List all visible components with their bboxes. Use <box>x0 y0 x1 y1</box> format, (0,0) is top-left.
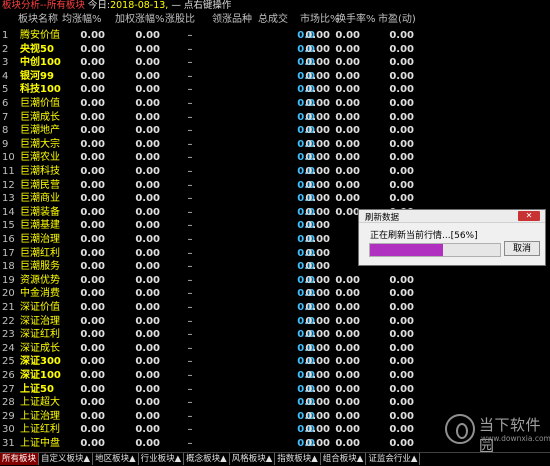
watermark-logo-icon <box>445 414 475 444</box>
refresh-dialog: 刷新数据 ✕ 正在刷新当前行情...[56%] 取消 <box>358 209 546 266</box>
col-header-turnover[interactable]: 换手率% <box>336 12 376 27</box>
progress-bar <box>369 243 501 257</box>
watermark: 当下软件园 www.downxia.com <box>445 412 550 455</box>
title-bar: 板块分析--所有板块 今日:2018-08-13, — 点右键操作 <box>0 0 550 12</box>
col-header-leader[interactable]: 领涨品种 <box>212 12 252 27</box>
turnover: 0.00 <box>335 438 360 449</box>
col-header-weighted-change[interactable]: 加权涨幅% <box>115 12 165 27</box>
pe: 0.00 <box>389 438 414 449</box>
tab-0[interactable]: 所有板块 <box>0 453 40 465</box>
tab-4[interactable]: 概念板块▲ <box>184 453 230 465</box>
col-header-rise-ratio[interactable]: 涨股比 <box>165 12 195 27</box>
tab-5[interactable]: 风格板块▲ <box>230 453 276 465</box>
title-board-analysis: 板块分析--所有板块 <box>2 0 85 11</box>
title-hint: — 点右键操作 <box>171 0 232 11</box>
tab-8[interactable]: 证监会行业▲ <box>366 453 421 465</box>
weighted-change: 0.00 <box>135 438 160 449</box>
table-row[interactable]: 31 上证中盘 0.00 0.00–0.0 0.00 0.00 0.00 <box>0 436 420 451</box>
dialog-message: 正在刷新当前行情...[56%] <box>370 231 478 241</box>
col-header-pe[interactable]: 市盈(动) <box>378 12 416 27</box>
tab-7[interactable]: 组合板块▲ <box>321 453 367 465</box>
tab-2[interactable]: 地区板块▲ <box>93 453 139 465</box>
board-tabs: 所有板块 自定义板块▲ 地区板块▲ 行业板块▲ 概念板块▲ 风格板块▲ 指数板块▲ 组合板块▲… <box>0 452 550 466</box>
watermark-url: www.downxia.com <box>481 434 550 443</box>
table-header: 板块名称 均涨幅% 加权涨幅% 涨股比 领涨品种 总成交 市场比% 换手率% 市… <box>0 12 420 27</box>
col-header-market-ratio[interactable]: 市场比% <box>300 12 340 27</box>
tab-1[interactable]: 自定义板块▲ <box>39 453 94 465</box>
title-today-label: 今日: <box>87 0 111 11</box>
avg-change: 0.00 <box>80 438 105 449</box>
board-name: 上证中盘 <box>20 438 60 449</box>
cancel-button[interactable]: 取消 <box>504 241 540 256</box>
dialog-title: 刷新数据 <box>365 213 400 223</box>
row-number: 31 <box>2 438 15 449</box>
col-header-avg-change[interactable]: 均涨幅% <box>62 12 102 27</box>
col-header-name[interactable]: 板块名称 <box>18 12 58 27</box>
dialog-titlebar: 刷新数据 ✕ <box>359 210 545 223</box>
col-header-total-volume[interactable]: 总成交 <box>258 12 288 27</box>
tab-3[interactable]: 行业板块▲ <box>139 453 185 465</box>
tab-6[interactable]: 指数板块▲ <box>275 453 321 465</box>
progress-fill <box>370 244 443 256</box>
close-icon[interactable]: ✕ <box>518 211 540 221</box>
title-date: 2018-08-13, <box>110 0 169 11</box>
rise-ratio: – <box>187 438 193 449</box>
